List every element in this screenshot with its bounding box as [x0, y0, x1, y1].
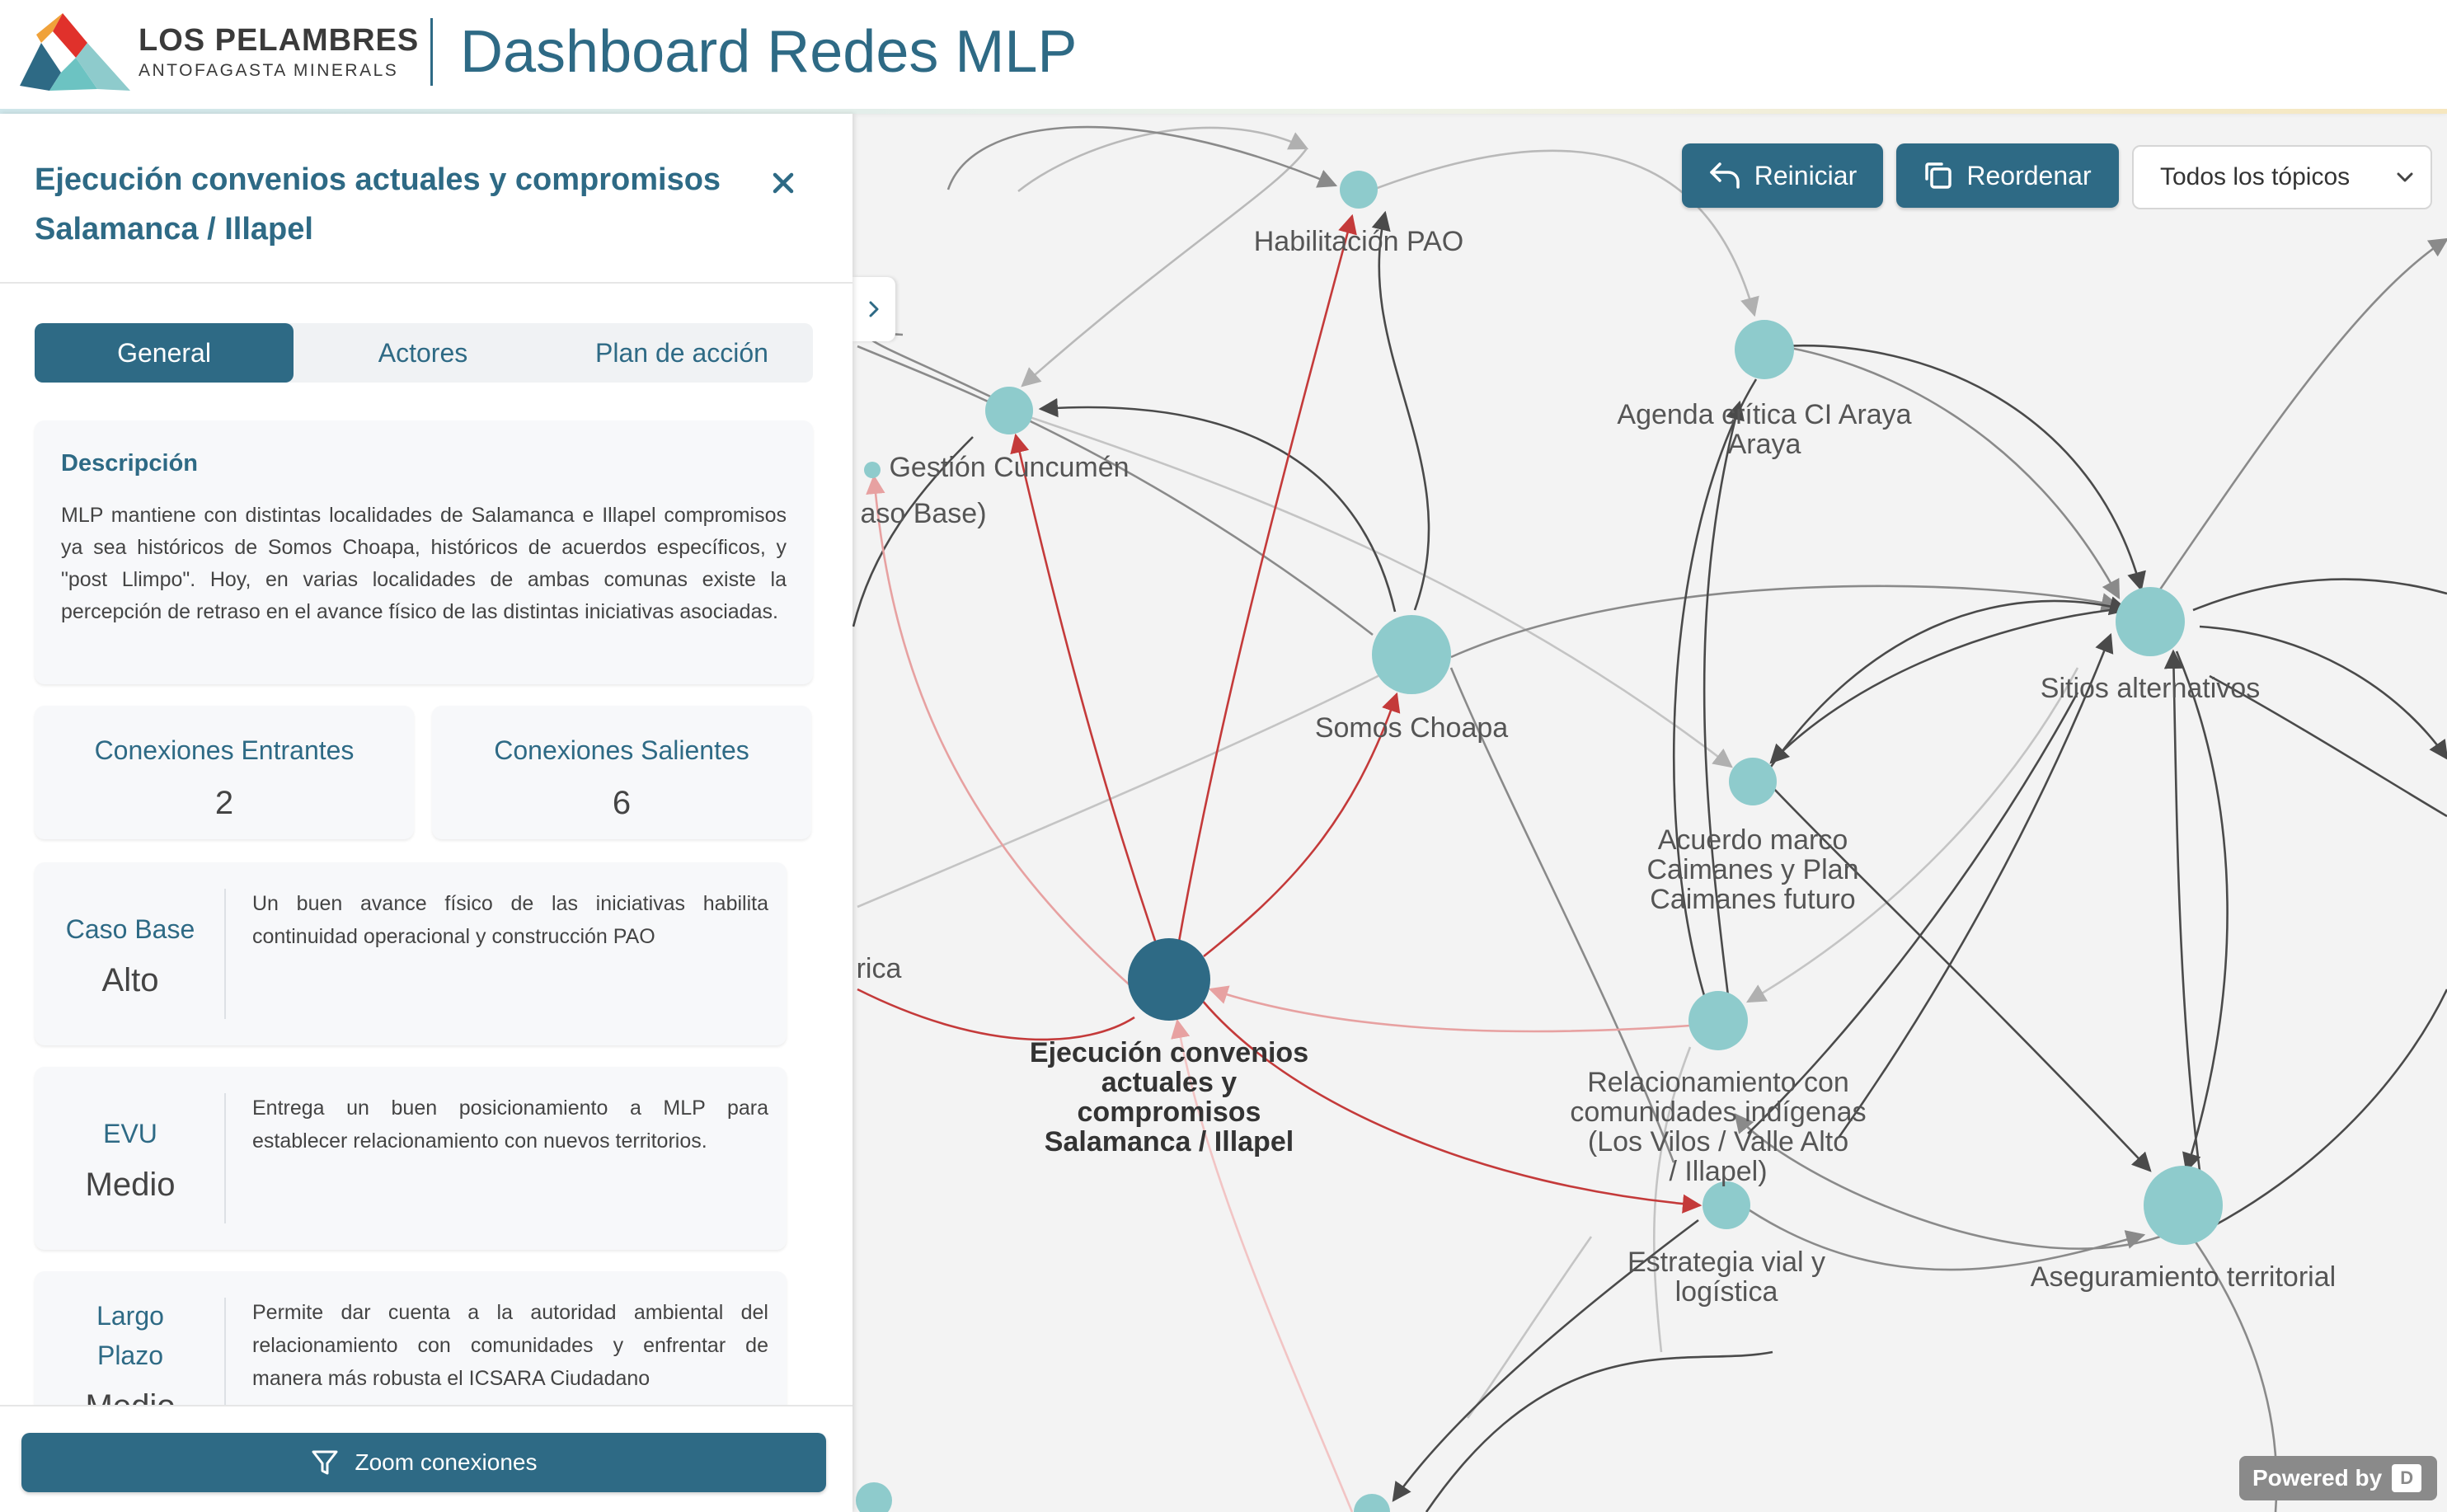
- node-bottom-1[interactable]: [856, 1482, 892, 1512]
- rating-text: Un buen avance físico de las iniciativas…: [252, 892, 768, 948]
- node-acuerdo-marco[interactable]: [1729, 758, 1777, 805]
- description-card: Descripción MLP mantiene con distintas l…: [35, 420, 813, 684]
- label-sitios: Sitios alternativos: [2041, 673, 2260, 704]
- node-aseguramiento[interactable]: [2144, 1166, 2223, 1245]
- copy-icon: [1925, 162, 1952, 189]
- label-ejecucion: Ejecución convenios actuales y compromisos…: [1030, 1037, 1308, 1157]
- brand-name: LOS PELAMBRES: [139, 23, 420, 58]
- powered-by-badge[interactable]: Powered by D: [2239, 1456, 2437, 1500]
- node-somos-choapa[interactable]: [1372, 615, 1451, 694]
- label-gestion: Gestión Cuncumén: [889, 452, 1129, 483]
- panel-collapse-toggle[interactable]: [852, 277, 895, 341]
- panel-divider: [0, 282, 852, 284]
- label-agenda: Agenda crítica CI Araya Araya: [1617, 399, 1911, 460]
- graph-edges: [852, 125, 2447, 1512]
- description-heading: Descripción: [61, 450, 198, 477]
- header-divider: [430, 18, 433, 86]
- tab-general[interactable]: General: [35, 323, 294, 383]
- rating-divider: [224, 889, 226, 1019]
- zoom-connections-label: Zoom conexiones: [355, 1449, 538, 1475]
- page-title: Dashboard Redes MLP: [460, 19, 1078, 85]
- rating-name: Largo Plazo: [96, 1301, 164, 1370]
- rating-divider: [224, 1093, 226, 1223]
- rating-level: Alto: [101, 961, 159, 998]
- rating-card-caso-base: Caso Base Alto Un buen avance físico de …: [35, 862, 787, 1045]
- chevron-right-icon: [869, 301, 879, 317]
- node-estrategia-vial[interactable]: [1703, 1181, 1750, 1229]
- incoming-connections-label: Conexiones Entrantes: [94, 735, 355, 765]
- rating-name: EVU: [103, 1118, 157, 1148]
- brand-subtitle: ANTOFAGASTA MINERALS: [139, 61, 399, 80]
- topic-filter-value: Todos los tópicos: [2160, 163, 2351, 190]
- zoom-connections-button[interactable]: Zoom conexiones: [21, 1433, 826, 1492]
- label-caso: aso Base): [860, 498, 986, 529]
- graph-labels: Habilitación PAO Gestión Cuncumén aso Ba…: [857, 226, 2337, 1308]
- panel-tabs: General Actores Plan de acción: [35, 323, 813, 383]
- label-relacionamiento: Relacionamiento con comunidades indígenas…: [1570, 1067, 1866, 1187]
- label-habilitacion: Habilitación PAO: [1254, 226, 1464, 257]
- close-icon[interactable]: [763, 163, 803, 203]
- node-bottom-2[interactable]: [1354, 1494, 1390, 1512]
- reorder-button-label: Reordenar: [1966, 160, 2092, 190]
- tab-actores[interactable]: Actores: [294, 323, 552, 383]
- topic-filter-select[interactable]: Todos los tópicos: [2132, 145, 2432, 209]
- node-gestion-cuncumen[interactable]: [985, 387, 1033, 434]
- undo-icon: [1710, 162, 1740, 189]
- rating-card-evu: EVU Medio Entrega un buen posicionamient…: [35, 1067, 787, 1250]
- panel-title: Ejecución convenios actuales y compromis…: [35, 162, 721, 247]
- node-sitios-alternativos[interactable]: [2116, 587, 2185, 656]
- node-small[interactable]: [864, 462, 881, 478]
- detail-side-panel: Ejecución convenios actuales y compromis…: [0, 114, 852, 1512]
- node-habilitacion-pao[interactable]: [1340, 171, 1378, 209]
- powered-by-logo-icon: D: [2392, 1464, 2422, 1492]
- node-relacionamiento[interactable]: [1688, 991, 1748, 1050]
- node-ejecucion-convenios[interactable]: [1128, 938, 1210, 1021]
- reset-button-label: Reiniciar: [1754, 160, 1858, 190]
- outgoing-connections-value: 6: [612, 785, 632, 821]
- rating-text: Permite dar cuenta a la autoridad ambien…: [252, 1301, 768, 1390]
- rating-level: Medio: [85, 1166, 176, 1203]
- reorder-button[interactable]: Reordenar: [1896, 143, 2119, 208]
- incoming-connections-card: Conexiones Entrantes 2: [35, 706, 414, 839]
- outgoing-connections-card: Conexiones Salientes 6: [432, 706, 811, 839]
- filter-icon: [312, 1450, 338, 1475]
- app-header: LOS PELAMBRES ANTOFAGASTA MINERALS Dashb…: [0, 0, 2447, 114]
- chevron-down-icon: [2397, 172, 2413, 182]
- outgoing-connections-label: Conexiones Salientes: [494, 735, 749, 765]
- description-text: MLP mantiene con distintas localidades d…: [61, 504, 787, 623]
- incoming-connections-value: 2: [214, 785, 234, 821]
- label-aseguramiento: Aseguramiento territorial: [2031, 1261, 2336, 1293]
- node-agenda-critica[interactable]: [1735, 320, 1794, 379]
- label-acuerdo: Acuerdo marco Caimanes y Plan Caimanes fut…: [1646, 824, 1858, 915]
- los-pelambres-logo-icon: [20, 13, 130, 91]
- rating-name: Caso Base: [65, 913, 195, 944]
- rating-text: Entrega un buen posicionamiento a MLP pa…: [252, 1096, 768, 1153]
- label-somos: Somos Choapa: [1315, 712, 1508, 744]
- tab-plan-de-accion[interactable]: Plan de acción: [552, 323, 811, 383]
- label-historica: rica: [857, 953, 902, 984]
- powered-by-label: Powered by: [2252, 1465, 2383, 1491]
- reset-button[interactable]: Reiniciar: [1682, 143, 1883, 208]
